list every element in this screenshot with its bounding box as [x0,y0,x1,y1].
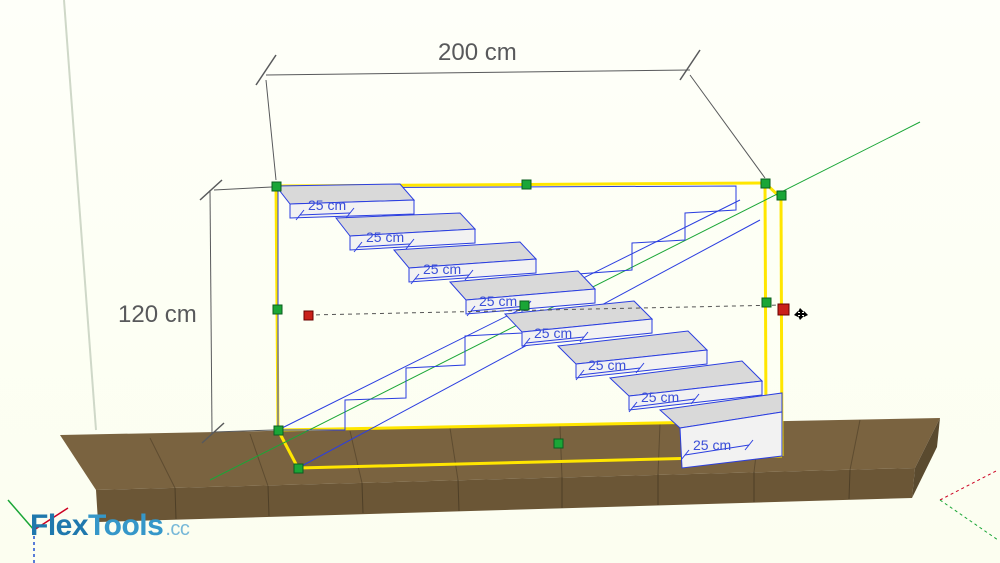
scale-handle-active-red[interactable] [778,304,789,315]
svg-text:25 cm: 25 cm [693,437,731,453]
dimension-height: 120 cm [118,180,274,443]
svg-text:25 cm: 25 cm [423,261,461,277]
svg-text:25 cm: 25 cm [588,357,626,373]
move-cursor-icon [794,308,808,320]
scale-handle-top-back-mid[interactable] [522,180,531,189]
dimension-width: 200 cm [256,39,765,180]
svg-text:25 cm: 25 cm [366,229,404,245]
scale-handle-bot-front-left[interactable] [294,464,303,473]
scale-handle-bot-back-left[interactable] [274,426,283,435]
scale-handle-top-front-right[interactable] [777,191,786,200]
brand-tld: .cc [165,518,189,540]
scale-handle-mid-back-right[interactable] [762,298,771,307]
scale-handle-top-back-left[interactable] [272,182,281,191]
svg-text:25 cm: 25 cm [308,197,346,213]
scale-handle-top-back-right[interactable] [761,179,770,188]
dimension-height-text: 120 cm [118,301,197,328]
svg-text:25 cm: 25 cm [641,389,679,405]
svg-text:25 cm: 25 cm [534,325,572,341]
scale-handle-mid-back-left[interactable] [273,305,282,314]
world-axes-far [940,470,998,540]
scene-svg: 200 cm 120 cm 25 cm 25 cm 25 cm 25 cm 25… [0,0,1000,563]
scale-handle-mid-back-center[interactable] [520,301,529,310]
wall-edge-hint [64,0,96,430]
svg-text:25 cm: 25 cm [479,293,517,309]
brand-rest: Tools [88,509,163,542]
scale-handle-origin-red[interactable] [304,311,313,320]
scale-handle-bot-front-mid[interactable] [554,439,563,448]
dimension-width-text: 200 cm [438,39,517,66]
brand-bold: Flex [30,509,88,542]
wood-floor-slab [60,418,940,522]
brand-watermark: FlexTools.cc [30,509,189,543]
viewport-3d[interactable]: 200 cm 120 cm 25 cm 25 cm 25 cm 25 cm 25… [0,0,1000,563]
